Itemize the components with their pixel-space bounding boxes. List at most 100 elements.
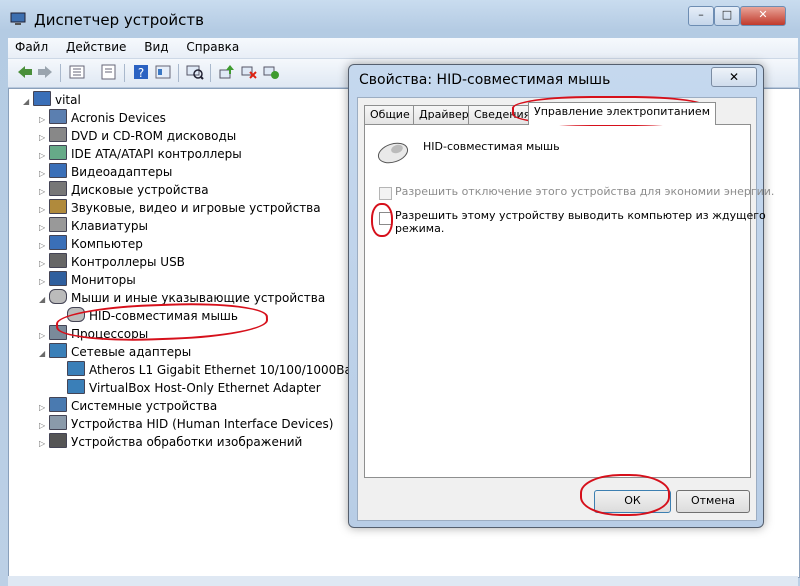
view-details-icon[interactable] [154, 64, 172, 80]
tree-node-item-2[interactable]: ▷ IDE ATA/ATAPI контроллеры [39, 145, 242, 162]
tree-node-item-4[interactable]: ▷ Дисковые устройства [39, 181, 209, 198]
allow-wake-label: Разрешить этому устройству выводить комп… [395, 209, 766, 222]
mouse-icon [377, 142, 409, 164]
allow-wake-label-cont: режима. [395, 222, 445, 235]
tree-node-label: Системные устройства [71, 399, 218, 413]
allow-power-off-label: Разрешить отключение этого устройства дл… [395, 185, 775, 198]
expand-arrow-icon[interactable]: ◢ [39, 291, 49, 308]
network-icon [67, 361, 85, 376]
expand-arrow-icon[interactable]: ▷ [39, 129, 49, 146]
computer-icon [49, 235, 67, 250]
tree-node-item-15[interactable]: VirtualBox Host-Only Ethernet Adapter [57, 379, 321, 396]
expand-arrow-icon[interactable]: ▷ [39, 219, 49, 236]
network-icon [67, 379, 85, 394]
expand-arrow-icon[interactable]: ▷ [39, 201, 49, 218]
tab-driver[interactable]: Драйвер [413, 105, 475, 125]
expand-arrow-icon[interactable]: ▷ [39, 255, 49, 272]
maximize-button[interactable]: □ [714, 6, 740, 26]
expand-arrow-icon[interactable]: ▷ [39, 399, 49, 416]
controller-icon [49, 145, 67, 160]
tree-node-item-10[interactable]: ◢ Мыши и иные указывающие устройства [39, 289, 325, 306]
tree-node-label: vital [55, 93, 81, 107]
expand-arrow-icon[interactable]: ▷ [39, 435, 49, 452]
tree-node-item-18[interactable]: ▷ Устройства обработки изображений [39, 433, 302, 450]
tree-node-item-9[interactable]: ▷ Мониторы [39, 271, 136, 288]
allow-wake-checkbox[interactable] [379, 212, 392, 225]
tree-node-label: Контроллеры USB [71, 255, 185, 269]
title-bar: Диспетчер устройств – □ ✕ [0, 0, 800, 38]
tree-node-item-11[interactable]: HID-совместимая мышь [57, 307, 238, 324]
update-driver-icon[interactable] [218, 64, 236, 80]
tree-node-item-13[interactable]: ◢ Сетевые адаптеры [39, 343, 191, 360]
computer-icon [33, 91, 51, 106]
expand-arrow-icon[interactable]: ▷ [39, 183, 49, 200]
cancel-button[interactable]: Отмена [676, 490, 750, 513]
help-icon[interactable]: ? [132, 64, 150, 80]
tree-node-item-5[interactable]: ▷ Звуковые, видео и игровые устройства [39, 199, 321, 216]
tree-node-item-7[interactable]: ▷ Компьютер [39, 235, 143, 252]
properties-icon[interactable] [100, 64, 118, 80]
system-icon [49, 397, 67, 412]
tree-node-item-16[interactable]: ▷ Системные устройства [39, 397, 217, 414]
tree-node-item-12[interactable]: ▷ Процессоры [39, 325, 148, 342]
tree-node-item-17[interactable]: ▷ Устройства HID (Human Interface Devices… [39, 415, 333, 432]
expand-arrow-icon[interactable]: ◢ [39, 345, 49, 362]
tree-node-label: Atheros L1 Gigabit Ethernet 10/100/1000B… [89, 363, 389, 377]
tree-node-item-1[interactable]: ▷ DVD и CD-ROM дисководы [39, 127, 236, 144]
tree-node-label: Видеоадаптеры [71, 165, 173, 179]
ok-button[interactable]: ОК [594, 490, 671, 513]
expand-arrow-icon[interactable]: ◢ [23, 93, 33, 110]
tree-node-item-8[interactable]: ▷ Контроллеры USB [39, 253, 185, 270]
tree-node-label: Звуковые, видео и игровые устройства [71, 201, 321, 215]
forward-icon[interactable] [36, 64, 54, 80]
tab-power-management[interactable]: Управление электропитанием [528, 102, 716, 125]
uninstall-device-icon[interactable] [262, 64, 280, 80]
disable-device-icon[interactable] [240, 64, 258, 80]
device-name: HID-совместимая мышь [423, 140, 560, 153]
dialog-close-button[interactable]: ✕ [711, 67, 757, 87]
tree-node-item-3[interactable]: ▷ Видеоадаптеры [39, 163, 172, 180]
tree-node-label: Устройства обработки изображений [71, 435, 303, 449]
minimize-button[interactable]: – [688, 6, 714, 26]
tree-node-label: IDE ATA/ATAPI контроллеры [71, 147, 242, 161]
tree-node-label: Мониторы [71, 273, 136, 287]
expand-arrow-icon[interactable]: ▷ [39, 111, 49, 128]
tree-node-root[interactable]: ◢ vital [23, 91, 81, 108]
usb-icon [49, 253, 67, 268]
tree-node-label: Мыши и иные указывающие устройства [71, 291, 326, 305]
menu-help[interactable]: Справка [179, 38, 246, 56]
tab-general[interactable]: Общие [364, 105, 416, 125]
tree-node-label: Компьютер [71, 237, 143, 251]
tab-details[interactable]: Сведения [468, 105, 537, 125]
tree-node-label: Устройства HID (Human Interface Devices) [71, 417, 334, 431]
device-manager-icon [10, 12, 26, 25]
scan-hardware-icon[interactable] [186, 64, 204, 80]
tree-node-item-14[interactable]: Atheros L1 Gigabit Ethernet 10/100/1000B… [57, 361, 388, 378]
expand-arrow-icon[interactable]: ▷ [39, 147, 49, 164]
menu-file[interactable]: Файл [8, 38, 55, 56]
window-title: Диспетчер устройств [34, 11, 205, 29]
expand-arrow-icon[interactable]: ▷ [39, 237, 49, 254]
menu-action[interactable]: Действие [59, 38, 133, 56]
hid-icon [49, 415, 67, 430]
tree-view-icon[interactable] [68, 64, 86, 80]
expand-arrow-icon[interactable]: ▷ [39, 327, 49, 344]
menu-bar: Файл Действие Вид Справка [8, 38, 798, 59]
tree-node-item-6[interactable]: ▷ Клавиатуры [39, 217, 148, 234]
disk-drive-icon [49, 181, 67, 196]
allow-power-off-checkbox[interactable] [379, 187, 392, 200]
status-bar [8, 576, 798, 586]
menu-view[interactable]: Вид [137, 38, 175, 56]
tree-node-label: Сетевые адаптеры [71, 345, 192, 359]
expand-arrow-icon[interactable]: ▷ [39, 165, 49, 182]
expand-arrow-icon[interactable]: ▷ [39, 417, 49, 434]
expand-arrow-icon[interactable]: ▷ [39, 273, 49, 290]
display-adapter-icon [49, 163, 67, 178]
close-button[interactable]: ✕ [740, 6, 786, 26]
tree-node-item-0[interactable]: ▷ Acronis Devices [39, 109, 166, 126]
tree-node-label: VirtualBox Host-Only Ethernet Adapter [89, 381, 321, 395]
tree-node-label: HID-совместимая мышь [89, 309, 238, 323]
back-icon[interactable] [16, 64, 34, 80]
keyboard-icon [49, 217, 67, 232]
cpu-icon [49, 325, 67, 340]
